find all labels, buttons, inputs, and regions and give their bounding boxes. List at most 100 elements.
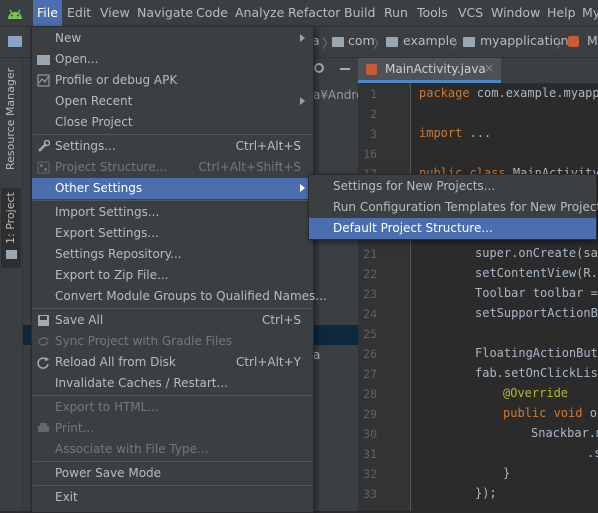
menu-help[interactable]: Help [547,0,576,26]
menu-file[interactable]: File [33,0,62,26]
code-line: setSupportActionBa [475,306,598,320]
code-line: Snackbar.m [531,426,598,440]
breadcrumb-item[interactable]: M [587,33,598,48]
resource-manager-tab[interactable]: Resource Manager [1,68,21,178]
menu-view[interactable]: View [100,0,130,26]
menu-item-associate-file-type[interactable]: Associate with File Type... [32,439,313,460]
package-folder-icon [386,37,398,47]
menu-item-project-structure[interactable]: Project Structure... Ctrl+Alt+Shift+S [32,157,313,178]
line-number: 3 [370,127,377,141]
code-line: setContentView(R.l [475,266,598,280]
menu-separator [33,485,312,486]
menu-item-export-html[interactable]: Export to HTML... [32,397,313,418]
resource-manager-label: Resource Manager [4,67,17,170]
code-line: FloatingActionButt [475,346,598,360]
class-icon [568,36,579,47]
submenu-item-settings-new-projects[interactable]: Settings for New Projects... [309,176,596,197]
save-icon [37,314,50,327]
menu-separator [33,461,312,462]
line-number: 25 [363,327,377,341]
chevron-right-icon [300,34,305,42]
android-logo-icon [6,5,24,21]
menu-bar: File Edit View Navigate Code Analyze Ref… [0,0,598,27]
reload-icon [37,356,50,369]
wrench-icon [37,139,51,153]
code-line: Toolbar toolbar = [475,286,598,300]
menu-item-import-settings[interactable]: Import Settings... [32,202,313,223]
line-number: 16 [363,147,377,161]
menu-item-invalidate-caches[interactable]: Invalidate Caches / Restart... [32,373,313,394]
menu-item-convert-module-groups[interactable]: Convert Module Groups to Qualified Names… [32,286,327,307]
line-number: 23 [363,287,377,301]
line-number: 29 [363,407,377,421]
line-number: 26 [363,347,377,361]
submenu-item-run-config-templates[interactable]: Run Configuration Templates for New Proj… [309,197,598,218]
line-number: 24 [363,307,377,321]
menu-item-close-project[interactable]: Close Project [32,112,313,133]
line-number: 30 [363,427,377,441]
menu-item-print[interactable]: Print... [32,418,313,439]
other-settings-submenu: Settings for New Projects... Run Configu… [308,174,598,240]
breadcrumb-item[interactable]: example [403,33,457,48]
project-folder-icon[interactable] [8,36,22,47]
menu-item-exit[interactable]: Exit [32,487,313,508]
project-tab[interactable]: 1: Project [1,188,21,268]
menu-item-open-recent[interactable]: Open Recent [32,91,313,112]
menu-run[interactable]: Run [384,0,408,26]
editor-tab-bar: MainActivity.java × [358,58,598,84]
print-icon [37,422,50,435]
code-editor[interactable]: package com.example.myappl import ... pu… [411,83,598,511]
menu-item-sync-gradle[interactable]: Sync Project with Gradle Files [32,331,313,352]
line-number: 27 [363,367,377,381]
menu-item-settings[interactable]: Settings... Ctrl+Alt+S [32,136,313,157]
menu-item-open[interactable]: Open... [32,49,313,70]
menu-item-other-settings[interactable]: Other Settings [32,178,313,199]
code-line: @Override [503,386,569,400]
project-tab-label: 1: Project [4,192,17,244]
menu-item-profile-apk[interactable]: Profile or debug APK [32,70,313,91]
menu-navigate[interactable]: Navigate [137,0,193,26]
line-number-gutter: 123161718192021222324252627282930313233 [358,83,411,511]
line-number: 22 [363,267,377,281]
menu-item-export-settings[interactable]: Export Settings... [32,223,313,244]
menu-item-reload-disk[interactable]: Reload All from Disk Ctrl+Alt+Y [32,352,313,373]
breadcrumb-item[interactable]: com [348,33,375,48]
breadcrumb-separator: 〉 [373,36,386,51]
tree-row-text: a [313,348,321,362]
line-number: 28 [363,387,377,401]
menu-refactor[interactable]: Refactor [288,0,340,26]
menu-separator [33,395,312,396]
code-line: }); [475,486,497,500]
chevron-right-icon [300,184,305,192]
tab-mainactivity[interactable]: MainActivity.java × [358,58,501,83]
window-title-fragment: My [582,5,598,20]
menu-tools[interactable]: Tools [417,0,448,26]
menu-item-save-all[interactable]: Save All Ctrl+S [32,310,313,331]
menu-code[interactable]: Code [196,0,228,26]
menu-item-new[interactable]: New [32,28,313,49]
menu-window[interactable]: Window [491,0,540,26]
folder-icon [37,55,50,65]
menu-vcs[interactable]: VCS [458,0,483,26]
menu-separator [33,200,312,201]
line-number: 21 [363,247,377,261]
menu-edit[interactable]: Edit [67,0,91,26]
minimize-icon[interactable] [340,68,350,70]
menu-item-settings-repository[interactable]: Settings Repository... [32,244,313,265]
code-line: import ... [419,126,492,140]
menu-analyze[interactable]: Analyze [235,0,284,26]
toolbar-gear-icon[interactable] [313,62,325,74]
menu-item-power-save-mode[interactable]: Power Save Mode [32,463,313,484]
menu-item-export-zip[interactable]: Export to Zip File... [32,265,313,286]
chevron-right-icon [300,97,305,105]
line-number: 33 [363,487,377,501]
package-folder-icon [332,37,344,47]
menu-build[interactable]: Build [344,0,375,26]
line-number: 32 [363,467,377,481]
project-structure-icon [37,161,50,174]
menu-separator [33,134,312,135]
code-line: } [503,466,511,480]
close-icon[interactable]: × [484,61,494,75]
submenu-item-default-project-structure[interactable]: Default Project Structure... [309,218,596,239]
code-line: public void or [503,406,598,420]
